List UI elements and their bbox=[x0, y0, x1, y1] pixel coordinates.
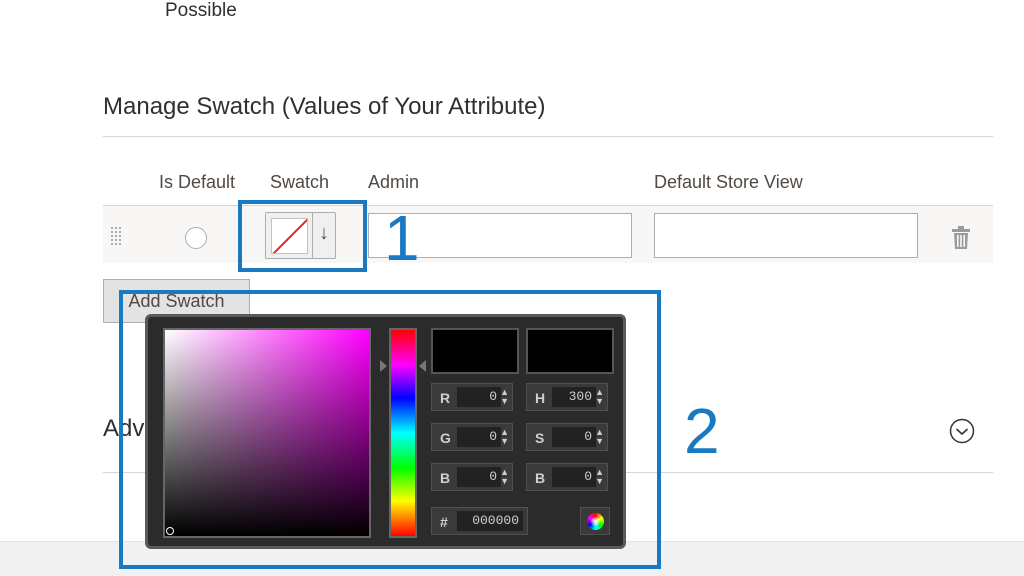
chevron-down-circle-icon[interactable] bbox=[949, 418, 975, 444]
trash-icon[interactable] bbox=[951, 226, 971, 250]
drag-handle-icon[interactable] bbox=[110, 226, 122, 246]
column-header-admin: Admin bbox=[368, 172, 420, 192]
callout-box-1 bbox=[238, 200, 367, 272]
column-header-is-default: Is Default bbox=[159, 172, 236, 192]
title-divider bbox=[103, 136, 993, 137]
section-title: Manage Swatch (Values of Your Attribute) bbox=[103, 93, 546, 120]
callout-box-2 bbox=[119, 290, 661, 569]
callout-number-1: 1 bbox=[384, 202, 420, 274]
is-default-radio[interactable] bbox=[185, 227, 207, 249]
default-store-view-input[interactable] bbox=[654, 213, 918, 258]
possible-values-label: Possible bbox=[165, 0, 237, 21]
column-header-swatch: Swatch bbox=[270, 172, 330, 192]
callout-number-2: 2 bbox=[684, 395, 720, 467]
column-header-default-store-view: Default Store View bbox=[654, 172, 803, 192]
